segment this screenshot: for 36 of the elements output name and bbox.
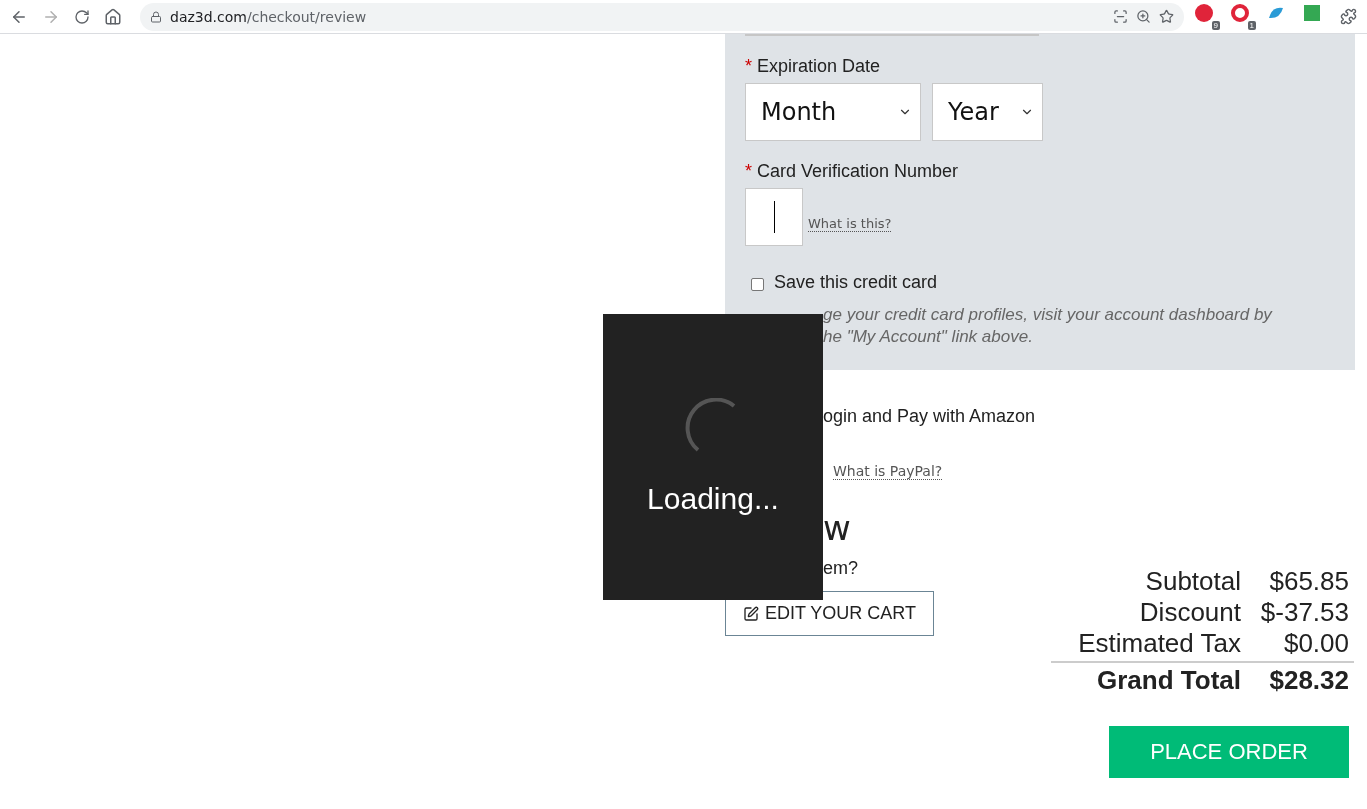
- section-heading: w: [822, 508, 852, 548]
- note-text: he "My Account" link above.: [822, 327, 1034, 347]
- paypal-help-link[interactable]: What is PayPal?: [833, 463, 943, 480]
- save-card-checkbox[interactable]: [751, 278, 764, 291]
- extension-button[interactable]: 1: [1230, 3, 1256, 30]
- amazon-pay-label: ogin and Pay with Amazon: [822, 406, 1037, 427]
- lock-icon: [150, 10, 162, 23]
- total-value: $65.85: [1268, 566, 1349, 597]
- question-text: em?: [822, 558, 859, 579]
- bookmark-star-icon[interactable]: [1159, 9, 1174, 24]
- extension-badge: 9: [1211, 21, 1220, 30]
- note-text: ge your credit card profiles, visit your account dashboard by: [822, 305, 1274, 325]
- extension-badge: 1: [1247, 21, 1256, 30]
- extension-button[interactable]: 9: [1194, 3, 1220, 30]
- ring-icon: [1230, 3, 1250, 23]
- total-value: $-37.53: [1259, 597, 1349, 628]
- year-select[interactable]: Year: [932, 83, 1043, 141]
- loading-text: Loading...: [647, 482, 779, 516]
- total-label: Estimated Tax: [1078, 628, 1241, 659]
- checkbox-label: Save this credit card: [774, 272, 938, 293]
- total-label: Subtotal: [1145, 566, 1241, 597]
- total-label: Grand Total: [1097, 665, 1241, 696]
- zoom-icon[interactable]: [1136, 9, 1151, 24]
- address-bar[interactable]: daz3d.com/checkout/review: [140, 2, 1184, 31]
- total-label: Discount: [1139, 597, 1241, 628]
- cvn-input-field[interactable]: [745, 188, 803, 246]
- help-link[interactable]: What is this?: [808, 216, 892, 232]
- total-value: $0.00: [1282, 628, 1349, 659]
- total-value: $28.32: [1268, 665, 1349, 696]
- pencil-square-icon: [743, 605, 759, 622]
- field-label: Expiration Date: [757, 56, 881, 77]
- field-label: Card Verification Number: [757, 161, 959, 182]
- required-asterisk: *: [745, 56, 752, 77]
- required-asterisk: *: [745, 161, 752, 182]
- extensions-puzzle-icon[interactable]: [1338, 6, 1359, 27]
- month-select[interactable]: Month: [745, 83, 921, 141]
